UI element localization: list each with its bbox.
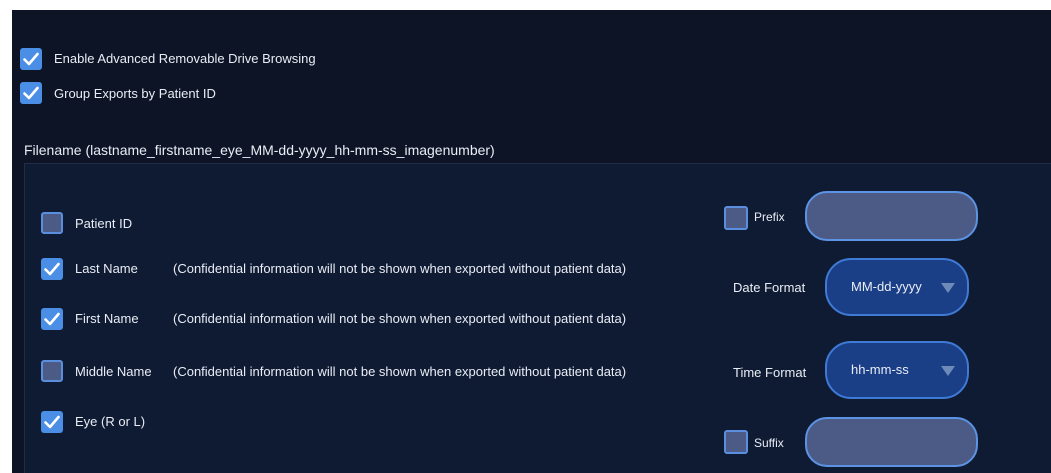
middle-name-confidential-note: (Confidential information will not be sh…: [173, 364, 627, 379]
suffix-checkbox[interactable]: [724, 430, 748, 454]
suffix-label: Suffix: [754, 436, 784, 450]
checkmark-icon: [23, 86, 39, 100]
checkmark-icon: [23, 52, 39, 66]
filename-section-label: Filename (lastname_firstname_eye_MM-dd-y…: [24, 142, 495, 158]
first-name-checkbox[interactable]: [41, 308, 63, 330]
group-exports-label: Group Exports by Patient ID: [54, 86, 216, 101]
caret-down-icon: [941, 366, 955, 376]
enable-advanced-drive-browsing-checkbox[interactable]: [20, 48, 42, 70]
filename-options-panel: Patient ID Last Name (Confidential infor…: [24, 163, 1051, 473]
checkmark-icon: [44, 415, 60, 429]
first-name-label: First Name: [75, 311, 139, 326]
last-name-checkbox[interactable]: [41, 258, 63, 280]
time-format-value: hh-mm-ss: [851, 362, 909, 377]
eye-label: Eye (R or L): [75, 414, 146, 429]
prefix-checkbox[interactable]: [724, 206, 748, 230]
time-format-label: Time Format: [733, 365, 807, 380]
eye-checkbox[interactable]: [41, 411, 63, 433]
export-settings-area: Enable Advanced Removable Drive Browsing…: [12, 10, 1051, 473]
suffix-input[interactable]: [805, 417, 978, 467]
date-format-label: Date Format: [733, 280, 806, 295]
patient-id-label: Patient ID: [75, 216, 133, 231]
caret-down-icon: [941, 283, 955, 293]
date-format-value: MM-dd-yyyy: [851, 279, 922, 294]
date-format-select[interactable]: MM-dd-yyyy: [825, 258, 969, 316]
prefix-input[interactable]: [805, 191, 978, 241]
last-name-confidential-note: (Confidential information will not be sh…: [173, 261, 627, 276]
time-format-select[interactable]: hh-mm-ss: [825, 341, 969, 399]
prefix-label: Prefix: [754, 210, 785, 224]
group-exports-checkbox[interactable]: [20, 82, 42, 104]
enable-advanced-drive-browsing-label: Enable Advanced Removable Drive Browsing: [54, 51, 316, 66]
middle-name-checkbox[interactable]: [41, 360, 63, 382]
middle-name-label: Middle Name: [75, 364, 152, 379]
checkmark-icon: [44, 312, 60, 326]
first-name-confidential-note: (Confidential information will not be sh…: [173, 311, 627, 326]
patient-id-checkbox[interactable]: [41, 212, 63, 234]
last-name-label: Last Name: [75, 261, 138, 276]
checkmark-icon: [44, 262, 60, 276]
